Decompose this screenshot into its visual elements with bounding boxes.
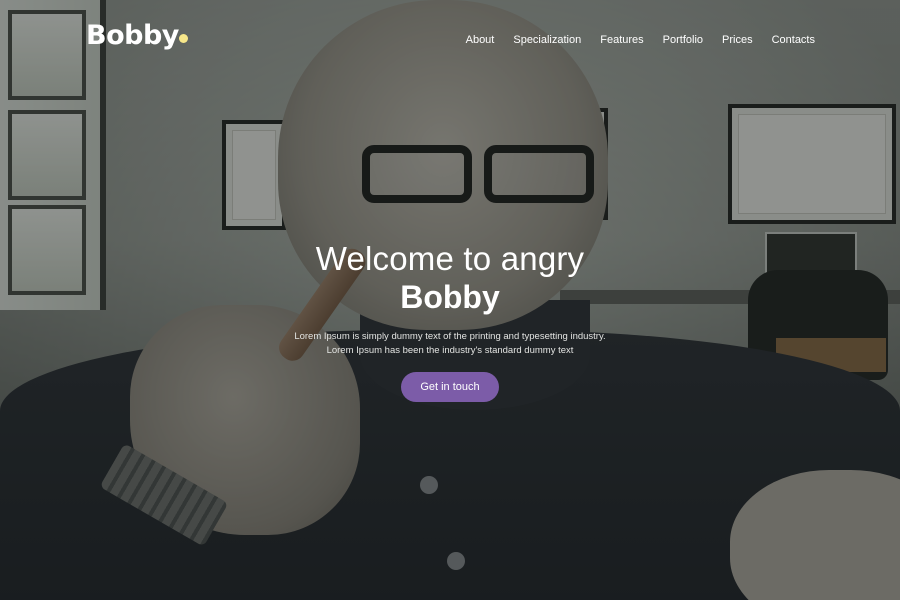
main-nav: About Specialization Features Portfolio …: [466, 34, 815, 46]
hero-description-line: Lorem Ipsum has been the industry's stan…: [326, 345, 574, 356]
brand-logo[interactable]: Bobby: [86, 20, 179, 51]
hero-description: Lorem Ipsum is simply dummy text of the …: [0, 330, 900, 358]
nav-item-specialization[interactable]: Specialization: [513, 34, 581, 46]
hero-headline: Welcome to angry: [315, 240, 585, 277]
hero-headline-name: Bobby: [400, 279, 500, 315]
logo-dot-icon: [179, 34, 188, 43]
nav-item-portfolio[interactable]: Portfolio: [663, 34, 703, 46]
hero-content: Welcome to angry Bobby Lorem Ipsum is si…: [0, 240, 900, 402]
nav-item-features[interactable]: Features: [600, 34, 643, 46]
nav-item-about[interactable]: About: [466, 34, 495, 46]
nav-item-prices[interactable]: Prices: [722, 34, 753, 46]
hero-description-line: Lorem Ipsum is simply dummy text of the …: [294, 331, 606, 342]
get-in-touch-button[interactable]: Get in touch: [401, 372, 499, 402]
nav-item-contacts[interactable]: Contacts: [772, 34, 815, 46]
